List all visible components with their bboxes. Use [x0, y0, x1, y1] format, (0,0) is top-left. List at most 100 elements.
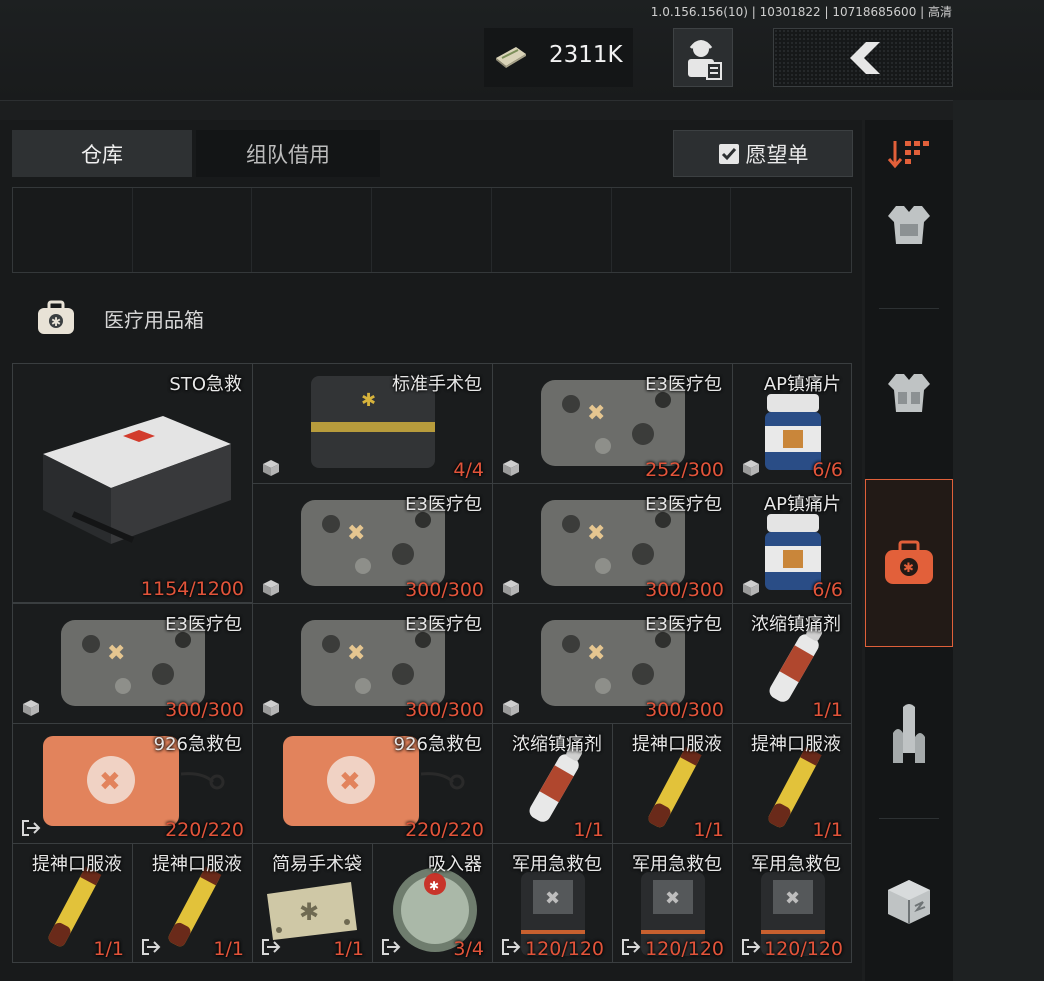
- svg-text:✖: ✖: [587, 641, 605, 666]
- back-chevron-icon: [850, 42, 880, 74]
- item-quantity: 300/300: [165, 699, 244, 721]
- empty-slot[interactable]: [372, 188, 492, 272]
- item-sto-first-aid[interactable]: STO急救 1154/1200: [12, 363, 253, 603]
- category-medical[interactable]: ✱: [865, 479, 953, 647]
- item-name: E3医疗包: [165, 614, 242, 635]
- item-name: 军用急救包: [632, 854, 722, 875]
- item-standard-surgery-kit[interactable]: ✱ 标准手术包 4/4: [252, 363, 493, 484]
- item-military-first-aid-kit[interactable]: ✖ 军用急救包 120/120: [732, 843, 852, 963]
- item-stimulant-oral-liquid[interactable]: 提神口服液 1/1: [132, 843, 253, 963]
- item-quantity: 300/300: [405, 579, 484, 601]
- svg-text:✖: ✖: [347, 521, 365, 546]
- svg-text:✱: ✱: [903, 561, 914, 576]
- svg-text:✱: ✱: [361, 390, 376, 411]
- item-quantity: 1/1: [333, 938, 364, 960]
- item-military-first-aid-kit[interactable]: ✖ 军用急救包 120/120: [492, 843, 613, 963]
- item-quantity: 300/300: [645, 699, 724, 721]
- box-status-icon: [743, 580, 759, 596]
- item-military-first-aid-kit[interactable]: ✖ 军用急救包 120/120: [612, 843, 733, 963]
- sidebar-divider: [879, 308, 939, 309]
- item-quantity: 220/220: [165, 819, 244, 841]
- sort-filter-icon: [887, 141, 929, 169]
- item-concentrated-painkiller[interactable]: 浓缩镇痛剂 1/1: [492, 723, 613, 844]
- svg-text:✱: ✱: [51, 315, 61, 329]
- item-name: 提神口服液: [632, 734, 722, 755]
- item-name: AP镇痛片: [763, 494, 841, 515]
- svg-text:✖: ✖: [339, 767, 361, 797]
- empty-slot[interactable]: [731, 188, 851, 272]
- exit-arrow-icon: [262, 939, 281, 955]
- item-name: 浓缩镇痛剂: [512, 734, 602, 755]
- box-status-icon: [503, 580, 519, 596]
- item-name: E3医疗包: [645, 614, 722, 635]
- item-quantity: 1/1: [213, 938, 244, 960]
- item-stimulant-oral-liquid[interactable]: 提神口服液 1/1: [732, 723, 852, 844]
- tab-team-borrow[interactable]: 组队借用: [196, 130, 380, 177]
- category-supply-crate[interactable]: [865, 856, 953, 946]
- item-concentrated-painkiller[interactable]: 浓缩镇痛剂 1/1: [732, 603, 852, 724]
- empty-slot[interactable]: [492, 188, 612, 272]
- item-quantity: 1/1: [93, 938, 124, 960]
- exit-arrow-icon: [142, 939, 161, 955]
- item-e3-medkit[interactable]: ✖ E3医疗包 300/300: [492, 603, 733, 724]
- item-ap-painkiller[interactable]: AP镇痛片 6/6: [732, 363, 852, 484]
- medical-kit-icon: ✱: [885, 540, 933, 584]
- wishlist-button[interactable]: 愿望单: [673, 130, 853, 177]
- item-quantity: 1154/1200: [140, 578, 244, 600]
- profile-button[interactable]: [673, 28, 733, 87]
- cash-bundle-icon: [496, 47, 526, 68]
- empty-slot[interactable]: [612, 188, 732, 272]
- category-sidebar: ✱: [865, 120, 953, 981]
- box-status-icon: [263, 580, 279, 596]
- exit-arrow-icon: [382, 939, 401, 955]
- section-header[interactable]: ✱ 医疗用品箱: [36, 300, 204, 336]
- category-chest-rig[interactable]: [865, 348, 953, 438]
- item-926-first-aid-kit[interactable]: ✖ 926急救包 220/220: [252, 723, 493, 844]
- category-body-armor[interactable]: [865, 180, 953, 270]
- svg-text:✱: ✱: [299, 898, 319, 926]
- item-e3-medkit[interactable]: ✖ E3医疗包 300/300: [12, 603, 253, 724]
- empty-slot[interactable]: [252, 188, 373, 272]
- sidebar-divider: [879, 818, 939, 819]
- item-quantity: 220/220: [405, 819, 484, 841]
- category-ammo[interactable]: [865, 680, 953, 790]
- item-stimulant-oral-liquid[interactable]: 提神口服液 1/1: [12, 843, 133, 963]
- version-text: 1.0.156.156(10) | 10301822 | 10718685600…: [650, 5, 952, 19]
- item-ap-painkiller[interactable]: AP镇痛片 6/6: [732, 483, 852, 604]
- item-name: E3医疗包: [645, 494, 722, 515]
- wishlist-label: 愿望单: [745, 142, 809, 167]
- item-name: 926急救包: [153, 734, 242, 755]
- wishlist-icon: [718, 143, 739, 164]
- empty-slot[interactable]: [13, 188, 133, 272]
- sort-filter-button[interactable]: [865, 132, 953, 176]
- item-name: 标准手术包: [392, 374, 482, 395]
- cash-amount: 2311K: [549, 42, 623, 68]
- item-simple-surgery-bag[interactable]: ✱ 简易手术袋 1/1: [252, 843, 373, 963]
- svg-text:✖: ✖: [107, 641, 125, 666]
- item-quantity: 3/4: [453, 938, 484, 960]
- back-button[interactable]: [773, 28, 953, 87]
- item-e3-medkit[interactable]: ✖ E3医疗包 300/300: [252, 483, 493, 604]
- svg-text:✖: ✖: [347, 641, 365, 666]
- ammo-icon: [893, 704, 925, 763]
- item-stimulant-oral-liquid[interactable]: 提神口服液 1/1: [612, 723, 733, 844]
- empty-slot[interactable]: [133, 188, 253, 272]
- item-e3-medkit[interactable]: ✖ E3医疗包 252/300: [492, 363, 733, 484]
- item-926-first-aid-kit[interactable]: ✖ 926急救包 220/220: [12, 723, 253, 844]
- operator-profile-icon: [688, 40, 722, 80]
- svg-text:✖: ✖: [99, 767, 121, 797]
- item-quantity: 120/120: [645, 938, 724, 960]
- currency-display[interactable]: 2311K: [484, 28, 633, 87]
- item-quantity: 120/120: [525, 938, 604, 960]
- item-name: STO急救: [169, 374, 242, 395]
- item-quantity: 1/1: [812, 699, 843, 721]
- item-e3-medkit[interactable]: ✖ E3医疗包 300/300: [492, 483, 733, 604]
- item-name: 926急救包: [393, 734, 482, 755]
- tab-warehouse[interactable]: 仓库: [12, 130, 192, 177]
- exit-arrow-icon: [22, 820, 41, 836]
- item-quantity: 4/4: [453, 459, 484, 481]
- item-e3-medkit[interactable]: ✖ E3医疗包 300/300: [252, 603, 493, 724]
- item-quantity: 300/300: [645, 579, 724, 601]
- item-name: 军用急救包: [751, 854, 841, 875]
- item-inhaler[interactable]: ✱ 吸入器 3/4: [372, 843, 493, 963]
